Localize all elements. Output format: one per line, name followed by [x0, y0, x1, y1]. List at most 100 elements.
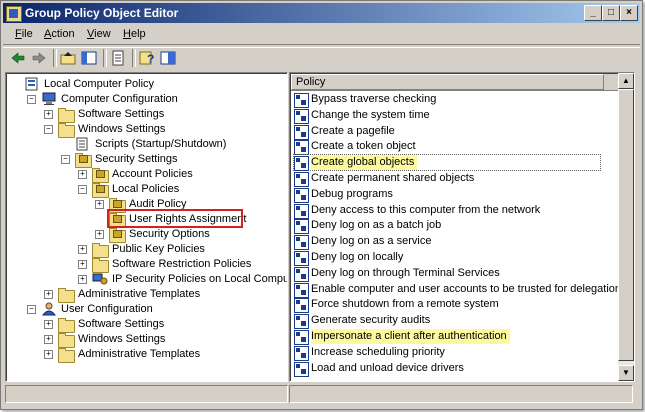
- status-cell-left: [5, 385, 288, 403]
- tree-node-label: Security Settings: [95, 153, 178, 165]
- policy-list-item[interactable]: Deny access to this computer from the ne…: [294, 203, 600, 219]
- tree-node[interactable]: − Local Policies: [6, 181, 286, 198]
- menu-file[interactable]: File: [15, 28, 33, 40]
- tree-node[interactable]: + Software Settings: [6, 106, 286, 123]
- tree-node[interactable]: − Computer Configuration: [6, 91, 286, 107]
- policy-list-item[interactable]: Deny log on as a batch job: [294, 218, 600, 235]
- policy-list-item[interactable]: Impersonate a client after authenticatio…: [294, 329, 600, 345]
- policy-list-item[interactable]: Create a token object: [294, 139, 600, 156]
- up-folder-icon[interactable]: [59, 49, 77, 67]
- close-button[interactable]: ×: [620, 5, 638, 21]
- collapse-icon[interactable]: −: [27, 305, 36, 314]
- console-tree-pane[interactable]: Local Computer Policy − Computer Configura…: [5, 72, 288, 382]
- tree-node[interactable]: + Security Options: [6, 226, 286, 243]
- expand-icon[interactable]: +: [44, 110, 53, 119]
- tree-node[interactable]: + Administrative Templates: [6, 346, 286, 363]
- column-header-policy[interactable]: Policy: [291, 74, 604, 90]
- expand-icon[interactable]: +: [78, 170, 87, 179]
- tree-node-label: Administrative Templates: [78, 348, 201, 360]
- policy-list-item[interactable]: Load and unload device drivers: [294, 361, 600, 377]
- export-list-icon[interactable]: [109, 49, 127, 67]
- tree-node[interactable]: User Rights Assignment: [6, 209, 286, 228]
- scroll-up-arrow-icon[interactable]: ▲: [618, 73, 634, 89]
- policy-item-label: Deny log on as a service: [311, 235, 432, 248]
- menu-help[interactable]: Help: [123, 28, 146, 40]
- tree-node[interactable]: + Administrative Templates: [6, 286, 286, 303]
- menu-view[interactable]: View: [87, 28, 111, 40]
- policy-item-label: Deny log on locally: [311, 251, 404, 263]
- tree-node[interactable]: − User Configuration: [6, 301, 286, 317]
- tree-node-label: Software Settings: [78, 318, 165, 330]
- tree-node[interactable]: + Windows Settings: [6, 331, 286, 348]
- expand-icon[interactable]: +: [44, 335, 53, 344]
- list-header: Policy: [291, 74, 618, 91]
- expand-icon[interactable]: +: [78, 245, 87, 254]
- tree-node[interactable]: − Windows Settings: [6, 121, 286, 138]
- tree-node[interactable]: + Public Key Policies: [6, 241, 286, 258]
- policy-list-item[interactable]: Deny log on locally: [294, 250, 600, 266]
- policy-list-item[interactable]: Change the system time: [294, 108, 600, 124]
- back-icon[interactable]: [9, 49, 27, 67]
- collapse-icon[interactable]: −: [78, 185, 87, 194]
- collapse-icon[interactable]: −: [61, 155, 70, 164]
- policy-item-label: Create permanent shared objects: [311, 172, 475, 184]
- title-bar[interactable]: Group Policy Object Editor _ □ ×: [3, 3, 640, 23]
- policy-list-item[interactable]: Create global objects: [293, 154, 601, 172]
- folder-icon: [92, 257, 109, 273]
- tree-node[interactable]: Local Computer Policy: [6, 76, 286, 92]
- tree-node-label: Security Options: [129, 228, 210, 240]
- properties-icon[interactable]: [159, 49, 177, 67]
- tree-node[interactable]: Scripts (Startup/Shutdown): [6, 136, 286, 152]
- vertical-scrollbar[interactable]: ▲ ▼: [618, 73, 634, 381]
- toolbar-separator: [103, 49, 107, 67]
- show-hide-tree-icon[interactable]: [80, 49, 98, 67]
- scroll-down-arrow-icon[interactable]: ▼: [618, 365, 634, 381]
- policy-list-item[interactable]: Create a pagefile: [294, 124, 600, 140]
- menu-action[interactable]: Action: [44, 28, 75, 40]
- app-window: Group Policy Object Editor _ □ × File Ac…: [0, 0, 643, 410]
- tree-node[interactable]: − Security Settings: [6, 151, 286, 168]
- collapse-icon[interactable]: −: [27, 95, 36, 104]
- expand-icon[interactable]: +: [78, 260, 87, 269]
- policy-setting-icon: [294, 266, 309, 282]
- expand-icon[interactable]: +: [44, 290, 53, 299]
- tree-node-label: Local Policies: [112, 183, 180, 195]
- tree-node[interactable]: + Software Settings: [6, 316, 286, 333]
- maximize-button[interactable]: □: [602, 5, 620, 21]
- policy-item-label: Create a pagefile: [311, 124, 395, 137]
- policy-list-item[interactable]: Bypass traverse checking: [294, 92, 600, 108]
- expand-icon[interactable]: +: [95, 200, 104, 209]
- policy-list-item[interactable]: Deny log on through Terminal Services: [294, 266, 600, 282]
- folder-icon: [58, 122, 75, 138]
- tree-node[interactable]: + Software Restriction Policies: [6, 256, 286, 273]
- minimize-button[interactable]: _: [584, 5, 602, 21]
- expand-icon[interactable]: +: [78, 275, 87, 284]
- policy-item-label: Deny log on as a batch job: [311, 219, 442, 232]
- folder-icon: [58, 332, 75, 348]
- policy-list-item[interactable]: Generate security audits: [294, 313, 600, 330]
- policy-list-item[interactable]: Debug programs: [294, 187, 600, 203]
- folder-icon: [58, 287, 75, 303]
- tree-node-label: IP Security Policies on Local Computer: [112, 273, 288, 285]
- app-icon[interactable]: [6, 6, 22, 22]
- policy-list-item[interactable]: Increase scheduling priority: [294, 345, 600, 361]
- status-bar: [5, 385, 633, 403]
- expand-icon[interactable]: +: [44, 350, 53, 359]
- tree-node-label: Windows Settings: [78, 123, 166, 135]
- policy-list-item[interactable]: Create permanent shared objects: [294, 171, 600, 187]
- collapse-icon[interactable]: −: [44, 125, 53, 134]
- policy-list-item[interactable]: Force shutdown from a remote system: [294, 297, 600, 314]
- scrollbar-thumb[interactable]: [618, 89, 634, 361]
- policy-setting-icon: [294, 203, 309, 219]
- policy-list-item[interactable]: Deny log on as a service: [294, 234, 600, 251]
- help-icon[interactable]: ?: [138, 49, 156, 67]
- expand-icon[interactable]: +: [95, 230, 104, 239]
- expand-icon[interactable]: +: [44, 320, 53, 329]
- policy-list-pane[interactable]: Policy Bypass traverse checking Change th…: [289, 72, 635, 382]
- tree-node-label: Software Restriction Policies: [112, 258, 252, 270]
- tree-node[interactable]: + Account Policies: [6, 166, 286, 183]
- toolbar: ?: [3, 47, 640, 69]
- policy-list-item[interactable]: Enable computer and user accounts to be …: [294, 282, 621, 298]
- tree-node[interactable]: + IP Security Policies on Local Computer: [6, 271, 288, 287]
- forward-icon[interactable]: [30, 49, 48, 67]
